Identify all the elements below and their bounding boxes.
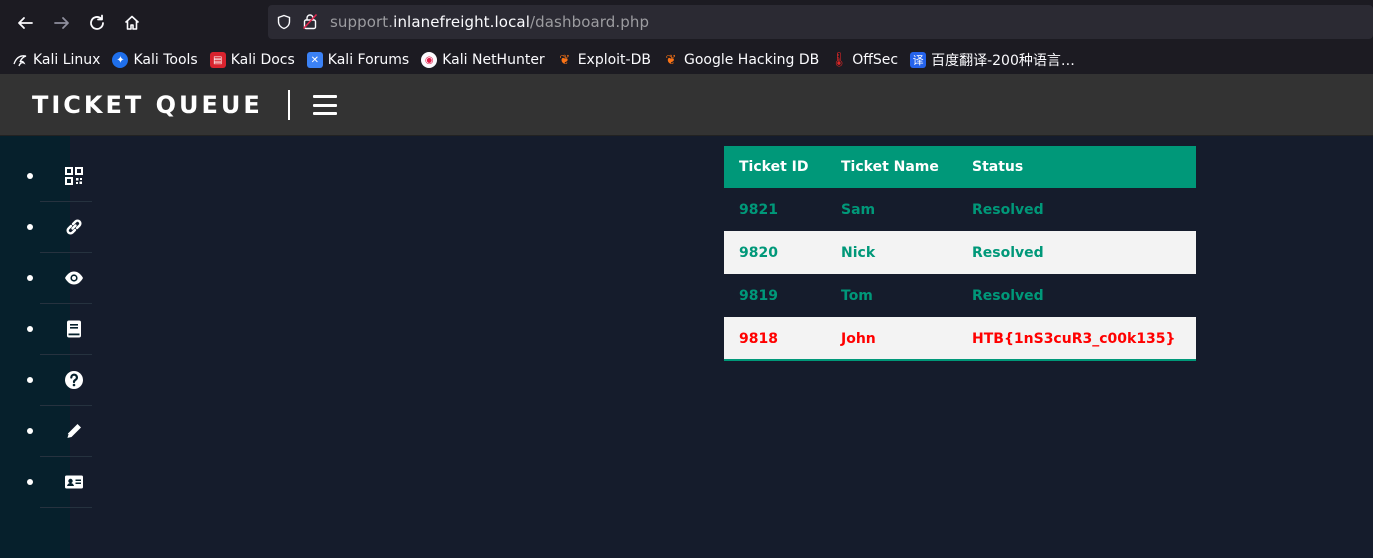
sidebar-item-profile[interactable] [0,457,92,508]
ticket-name-cell: John [826,317,957,360]
bookmark-label: Kali Forums [327,52,410,68]
bullet [27,173,33,179]
ticket-name-cell: Sam [826,188,957,231]
table-row: 9821 Sam Resolved [724,188,1196,231]
forward-button[interactable] [50,11,74,35]
bookmark-label: Kali Docs [230,52,295,68]
sidebar-item-qr-code[interactable] [0,151,92,202]
column-header-ticket-id: Ticket ID [724,146,826,188]
ticket-status-cell: Resolved [957,274,1196,317]
bookmark-kali-tools[interactable]: ✦ Kali Tools [112,52,198,68]
ticket-status-cell: Resolved [957,188,1196,231]
ticket-name-cell: Tom [826,274,957,317]
ticket-status-cell: Resolved [957,231,1196,274]
sidebar [0,136,92,558]
ticket-status-cell: HTB{1nS3cuR3_c00k135} [957,317,1196,360]
app-header: TICKET QUEUE [0,74,1373,136]
bullet [27,428,33,434]
bullet [27,224,33,230]
column-header-ticket-name: Ticket Name [826,146,957,188]
link-icon [64,217,84,237]
book-icon [64,319,84,339]
sidebar-item-link[interactable] [0,202,92,253]
qr-code-icon [64,166,84,186]
bookmark-label: Kali NetHunter [442,52,545,68]
bookmark-label: Kali Tools [133,52,198,68]
ticket-id-cell: 9818 [724,317,826,360]
eye-icon [64,268,84,288]
ticket-id-cell: 9821 [724,188,826,231]
url-prefix: support. [330,13,394,31]
column-header-status: Status [957,146,1196,188]
table-bottom-border [724,359,1196,361]
ticket-id-cell: 9820 [724,231,826,274]
home-button[interactable] [120,11,144,35]
back-button[interactable] [13,11,37,35]
bookmark-kali-docs[interactable]: ▤ Kali Docs [209,52,295,68]
offsec-icon: 🌡 [830,52,849,68]
baidu-translate-icon: 译 [910,52,927,68]
sidebar-item-view[interactable] [0,253,92,304]
table-row-highlighted: 9818 John HTB{1nS3cuR3_c00k135} [724,317,1196,360]
sidebar-item-edit[interactable] [0,406,92,457]
address-bar[interactable]: support.inlanefreight.local/dashboard.ph… [268,5,1373,39]
bullet [27,326,33,332]
kali-docs-icon: ▤ [209,52,226,68]
bookmark-label: OffSec [852,52,899,68]
bookmark-label: 百度翻译-200种语言… [931,53,1075,69]
header-divider [288,90,290,120]
kali-nethunter-icon: ◉ [421,52,438,68]
bookmark-label: Google Hacking DB [683,52,820,68]
url-path: /dashboard.php [529,13,650,31]
table-row: 9820 Nick Resolved [724,231,1196,274]
table-header-row: Ticket ID Ticket Name Status [724,146,1196,188]
menu-toggle-button[interactable] [313,95,337,115]
sidebar-item-book[interactable] [0,304,92,355]
bookmark-google-hacking-db[interactable]: ❦ Google Hacking DB [663,52,820,68]
bullet [27,377,33,383]
reload-button[interactable] [85,11,109,35]
ticket-id-cell: 9819 [724,274,826,317]
url-host: inlanefreight.local [393,13,530,31]
browser-toolbar: support.inlanefreight.local/dashboard.ph… [0,0,1373,46]
ghdb-icon: ❦ [665,52,677,68]
bookmark-exploit-db[interactable]: ❦ Exploit-DB [557,52,651,68]
kali-tools-icon: ✦ [112,52,129,68]
insecure-lock-icon [302,13,318,30]
kali-forums-icon: ✕ [306,52,323,68]
exploit-db-icon: ❦ [559,52,571,68]
bookmark-kali-nethunter[interactable]: ◉ Kali NetHunter [421,52,545,68]
url-text: support.inlanefreight.local/dashboard.ph… [330,13,649,31]
bookmark-offsec[interactable]: 🌡 OffSec [830,52,899,68]
bookmark-label: Exploit-DB [577,52,651,68]
ticket-name-cell: Nick [826,231,957,274]
kali-dragon-icon [12,52,28,68]
id-card-icon [64,472,84,492]
table-row: 9819 Tom Resolved [724,274,1196,317]
bookmark-baidu-translate[interactable]: 译 百度翻译-200种语言… [910,50,1075,70]
hamburger-icon [313,95,337,98]
arrow-right-icon [54,17,69,29]
bullet [27,275,33,281]
bookmarks-toolbar: Kali Linux ✦ Kali Tools ▤ Kali Docs ✕ Ka… [0,46,1373,74]
arrow-left-icon [18,17,33,29]
pencil-icon [64,421,84,441]
sidebar-item-help[interactable] [0,355,92,406]
home-icon [124,15,140,30]
shield-icon [277,14,291,30]
question-circle-icon [64,370,84,390]
bookmark-kali-forums[interactable]: ✕ Kali Forums [306,52,410,68]
reload-icon [90,14,104,30]
page-title: TICKET QUEUE [32,91,263,119]
bullet [27,479,33,485]
bookmark-label: Kali Linux [33,52,101,68]
ticket-table: Ticket ID Ticket Name Status 9821 Sam Re… [724,146,1196,360]
bookmark-kali-linux[interactable]: Kali Linux [12,52,100,68]
